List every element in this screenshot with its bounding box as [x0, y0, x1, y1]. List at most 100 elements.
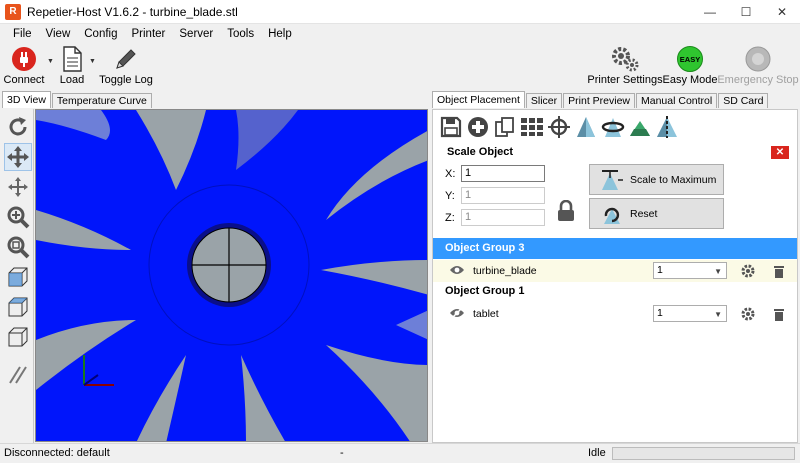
3d-viewport[interactable] [35, 109, 428, 442]
object-name-tablet: tablet [473, 308, 499, 320]
reset-label: Reset [630, 207, 658, 220]
rotate-object-icon [601, 118, 624, 137]
object-row-tablet[interactable]: tablet 1 ▼ [433, 303, 797, 325]
mirror-object-button[interactable] [653, 114, 680, 140]
menu-bar: File View Config Printer Server Tools He… [0, 24, 800, 44]
autoposition-button[interactable] [518, 114, 545, 140]
printer-settings-button[interactable]: Printer Settings [587, 44, 663, 90]
delete-object-trash-icon[interactable] [773, 307, 785, 321]
emergency-stop-label: Emergency Stop [717, 74, 799, 86]
parallel-projection-button[interactable] [4, 361, 32, 389]
isometric-view-button[interactable] [4, 263, 32, 291]
copy-object-button[interactable] [491, 114, 518, 140]
copies-select-turbine-blade[interactable]: 1 ▼ [653, 262, 727, 279]
status-separator: - [340, 447, 344, 459]
pencil-icon [113, 44, 139, 74]
menu-server[interactable]: Server [172, 24, 220, 44]
power-plug-icon [10, 44, 38, 74]
toggle-log-button[interactable]: Toggle Log [99, 44, 153, 90]
scale-y-input[interactable]: 1 [461, 187, 545, 204]
object-toolbar [437, 114, 680, 140]
front-view-button[interactable] [4, 293, 32, 321]
view-tools-sidebar [2, 109, 34, 443]
mirror-icon [656, 116, 677, 138]
menu-file[interactable]: File [6, 24, 39, 44]
tab-temperature-curve[interactable]: Temperature Curve [51, 93, 152, 108]
menu-tools[interactable]: Tools [220, 24, 261, 44]
zoom-fit-icon [7, 236, 30, 259]
object-settings-gear-icon[interactable] [741, 264, 755, 278]
tab-print-preview[interactable]: Print Preview [563, 93, 635, 108]
move-object-button[interactable] [4, 173, 32, 201]
x-label: X: [445, 168, 456, 180]
easy-mode-button[interactable]: EASY Easy Mode [662, 44, 718, 90]
scale-x-input[interactable]: 1 [461, 165, 545, 182]
scale-max-icon [602, 169, 623, 190]
cube-side-icon [8, 327, 28, 347]
progress-bar [612, 447, 795, 460]
object-group-1-row[interactable]: Object Group 1 [433, 281, 797, 302]
tab-object-placement[interactable]: Object Placement [432, 91, 525, 108]
view-panel: 3D View Temperature Curve [0, 91, 430, 443]
connect-dropdown-arrow-icon[interactable]: ▼ [47, 58, 54, 65]
cube-iso-icon [8, 267, 28, 287]
load-button[interactable]: Load [58, 44, 86, 90]
document-icon [61, 44, 83, 74]
object-settings-gear-icon[interactable] [741, 307, 755, 321]
easy-badge-text: EASY [680, 55, 700, 64]
printer-settings-label: Printer Settings [587, 74, 663, 86]
reset-scale-button[interactable]: Reset [589, 198, 724, 229]
zoom-in-button[interactable] [4, 203, 32, 231]
lock-aspect-button[interactable] [557, 199, 575, 225]
minimize-button[interactable]: — [692, 0, 728, 24]
scale-z-input[interactable]: 1 [461, 209, 545, 226]
menu-printer[interactable]: Printer [125, 24, 173, 44]
easy-mode-label: Easy Mode [662, 74, 718, 86]
scale-object-button[interactable] [572, 114, 599, 140]
tab-3d-view[interactable]: 3D View [2, 91, 51, 108]
emergency-stop-button[interactable]: Emergency Stop [717, 44, 799, 90]
tab-slicer[interactable]: Slicer [525, 93, 563, 108]
copy-icon [494, 117, 514, 137]
toggle-log-label: Toggle Log [99, 74, 153, 86]
close-button[interactable]: ✕ [764, 0, 800, 24]
copies-select-tablet[interactable]: 1 ▼ [653, 305, 727, 322]
move-object-icon [8, 177, 28, 197]
load-dropdown-arrow-icon[interactable]: ▼ [89, 58, 96, 65]
object-group-3-row[interactable]: Object Group 3 [433, 238, 797, 259]
cut-object-icon [629, 121, 650, 136]
eye-visible-icon[interactable] [449, 264, 465, 276]
move-view-button[interactable] [4, 143, 32, 171]
maximize-button[interactable]: ☐ [728, 0, 764, 24]
scale-object-title: Scale Object [447, 146, 514, 158]
delete-object-trash-icon[interactable] [773, 264, 785, 278]
menu-help[interactable]: Help [261, 24, 299, 44]
menu-view[interactable]: View [39, 24, 78, 44]
lock-icon [558, 199, 574, 221]
cube-front-icon [8, 297, 28, 317]
scale-to-maximum-button[interactable]: Scale to Maximum [589, 164, 724, 195]
floppy-save-icon [440, 116, 461, 138]
z-label: Z: [445, 212, 455, 224]
rotate-object-button[interactable] [599, 114, 626, 140]
window-title: Repetier-Host V1.6.2 - turbine_blade.stl [27, 4, 238, 19]
cut-object-button[interactable] [626, 114, 653, 140]
tab-sd-card[interactable]: SD Card [718, 93, 769, 108]
app-icon: R [5, 3, 21, 20]
center-object-button[interactable] [545, 114, 572, 140]
status-bar: Disconnected: default - Idle [0, 443, 800, 463]
eye-hidden-icon[interactable] [449, 307, 465, 319]
save-object-button[interactable] [437, 114, 464, 140]
rotate-view-button[interactable] [4, 113, 32, 141]
tab-manual-control[interactable]: Manual Control [636, 93, 718, 108]
title-bar: R Repetier-Host V1.6.2 - turbine_blade.s… [0, 0, 800, 24]
menu-config[interactable]: Config [77, 24, 124, 44]
object-row-turbine-blade[interactable]: turbine_blade 1 ▼ [433, 260, 797, 282]
rotate-icon [9, 117, 27, 136]
copies-value-turbine-blade: 1 [657, 264, 663, 276]
zoom-fit-button[interactable] [4, 233, 32, 261]
connect-button[interactable]: Connect [4, 44, 45, 90]
side-view-button[interactable] [4, 323, 32, 351]
add-object-button[interactable] [464, 114, 491, 140]
close-scale-panel-button[interactable]: ✕ [771, 146, 789, 159]
